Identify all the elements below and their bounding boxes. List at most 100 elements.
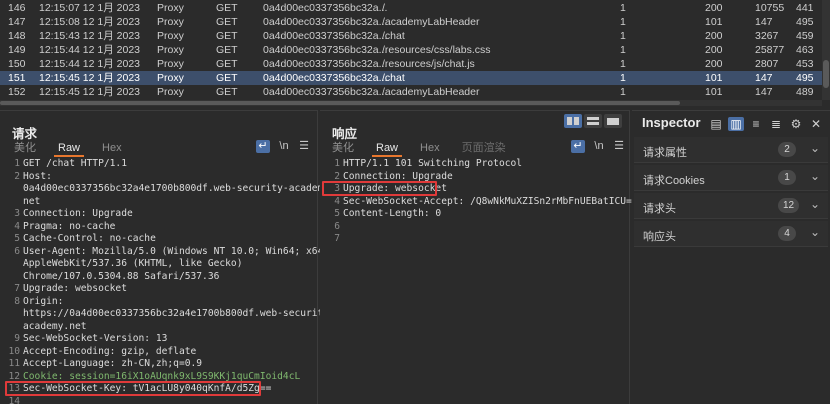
request-title: 请求 [12,127,38,141]
list-view-icon[interactable]: ▤ [708,117,724,131]
menu-icon[interactable]: ☰ [612,140,626,153]
table-row[interactable]: 147 12:15:08 12 1月 2023 Proxy GET 0a4d00ec03… [0,15,822,29]
table-cell-extra: 495 [796,16,814,28]
table-row[interactable]: 150 12:15:44 12 1月 2023 Proxy GET 0a4d00ec03… [0,57,822,71]
history-vertical-scrollbar[interactable] [822,0,830,100]
table-row[interactable]: 151 12:15:45 12 1月 2023 Proxy GET 0a4d00ec03… [0,71,822,85]
table-cell-path: / [382,2,385,14]
code-line: GET /chat HTTP/1.1 [23,158,127,169]
table-cell-length: 147 [755,16,773,28]
table-cell-tool: Proxy [157,72,184,84]
align-top-icon[interactable]: ≡ [748,117,764,131]
table-row[interactable]: 152 12:15:45 12 1月 2023 Proxy GET 0a4d00ec03… [0,85,822,99]
code-line: Chrome/107.0.5304.88 Safari/537.36 [23,270,220,282]
menu-icon[interactable]: ☰ [297,140,311,153]
chevron-down-icon[interactable]: ⌄ [810,225,820,239]
table-cell-status: 101 [705,86,723,98]
tab-pretty[interactable]: 美化 [10,141,40,157]
align-center-icon[interactable]: ≣ [768,117,784,131]
table-cell-flag: 1 [620,86,626,98]
code-line: Upgrade: websocket [23,283,127,294]
table-cell-num: 146 [8,2,26,14]
code-line: Pragma: no-cache [23,220,116,232]
table-cell-length: 3267 [755,30,779,42]
tabs-layout-icon[interactable] [604,114,622,128]
panel-view-icon[interactable]: ▥ [728,117,744,131]
table-cell-length: 25877 [755,44,785,56]
line-number: 2 [14,170,20,182]
chevron-down-icon[interactable]: ⌄ [810,141,820,155]
table-cell-num: 149 [8,44,26,56]
inspector-toolbar: ▤ ▥ ≡ ≣ ⚙ ✕ [708,117,828,133]
inspector-section[interactable]: 请求属性 2 ⌄ [634,137,828,163]
tab-raw[interactable]: Raw [372,141,403,157]
wrap-lines-icon[interactable]: ↵ [256,140,270,153]
chevron-down-icon[interactable]: ⌄ [810,197,820,211]
wrap-lines-icon[interactable]: ↵ [571,140,585,153]
gear-icon[interactable]: ⚙ [788,117,804,131]
count-badge: 4 [778,226,796,241]
inspector-title: Inspector [642,115,701,130]
tab-hex[interactable]: Hex [416,141,444,157]
code-line: HTTP/1.1 101 Switching Protocol [343,158,523,169]
table-cell-path: /resources/css/labs.css [382,44,491,56]
tab-hex[interactable]: Hex [98,141,126,157]
table-row[interactable]: 149 12:15:44 12 1月 2023 Proxy GET 0a4d00ec03… [0,43,822,57]
layout-toggle [564,114,624,130]
table-cell-num: 150 [8,58,26,70]
table-cell-num: 148 [8,30,26,42]
code-line: AppleWebKit/537.36 (KHTML, like Gecko) [23,258,243,269]
code-line: academy.net [23,320,87,332]
scrollbar-thumb[interactable] [823,60,829,88]
proxy-history-table: 146 12:15:07 12 1月 2023 Proxy GET 0a4d00ec03… [0,0,830,108]
table-cell-status: 101 [705,72,723,84]
table-cell-length: 10755 [755,2,785,14]
code-line: Host: [23,170,52,182]
table-cell-flag: 1 [620,44,626,56]
line-number: 10 [8,345,20,357]
response-tabs: 美化 Raw Hex 页面渲染 [328,141,524,157]
code-line: User-Agent: Mozilla/5.0 (Windows NT 10.0… [23,245,330,257]
table-cell-host: 0a4d00ec0337356bc32a... [263,16,388,28]
newline-toggle[interactable]: \n [277,140,291,153]
table-cell-path: /chat [382,30,405,42]
stacked-layout-icon[interactable] [584,114,602,128]
table-row[interactable]: 146 12:15:07 12 1月 2023 Proxy GET 0a4d00ec03… [0,1,822,15]
close-icon[interactable]: ✕ [808,117,824,131]
side-by-side-layout-icon[interactable] [564,114,582,128]
code-line: net [23,195,41,207]
table-cell-time: 12:15:44 12 1月 2023 [39,44,141,56]
scrollbar-thumb[interactable] [0,101,680,105]
table-row[interactable]: 148 12:15:43 12 1月 2023 Proxy GET 0a4d00ec03… [0,29,822,43]
line-number: 11 [8,358,20,369]
table-cell-time: 12:15:08 12 1月 2023 [39,16,141,28]
request-editor[interactable]: 1 GET /chat HTTP/1.1 2 Host: 0a4d00ec0337356… [0,157,334,404]
inspector-section[interactable]: 请求头 12 ⌄ [634,193,828,219]
tab-pretty[interactable]: 美化 [328,141,358,157]
table-cell-extra: 463 [796,44,814,56]
tab-raw[interactable]: Raw [54,141,85,157]
history-horizontal-scrollbar[interactable] [0,100,822,106]
inspector-section[interactable]: 请求Cookies 1 ⌄ [634,165,828,191]
newline-toggle[interactable]: \n [592,140,606,153]
tab-render[interactable]: 页面渲染 [458,141,510,157]
table-cell-tool: Proxy [157,86,184,98]
table-cell-extra: 459 [796,30,814,42]
code-line: Cache-Control: no-cache [23,233,156,244]
table-cell-tool: Proxy [157,16,184,28]
table-cell-status: 200 [705,58,723,70]
table-cell-host: 0a4d00ec0337356bc32a... [263,2,388,14]
chevron-down-icon[interactable]: ⌄ [810,169,820,183]
line-number: 7 [334,233,340,244]
count-badge: 1 [778,170,796,185]
inspector-section[interactable]: 响应头 4 ⌄ [634,221,828,247]
table-cell-status: 101 [705,16,723,28]
code-line: Cookie: session=16iX1oAUqnk9xL9S9KKj1quC… [23,370,301,382]
code-line: Content-Length: 0 [343,208,442,219]
line-number: 9 [14,333,20,344]
table-cell-flag: 1 [620,2,626,14]
table-cell-tool: Proxy [157,2,184,14]
code-line: Connection: Upgrade [343,170,453,182]
table-cell-host: 0a4d00ec0337356bc32a... [263,44,388,56]
code-line: Sec-WebSocket-Version: 13 [23,333,168,344]
